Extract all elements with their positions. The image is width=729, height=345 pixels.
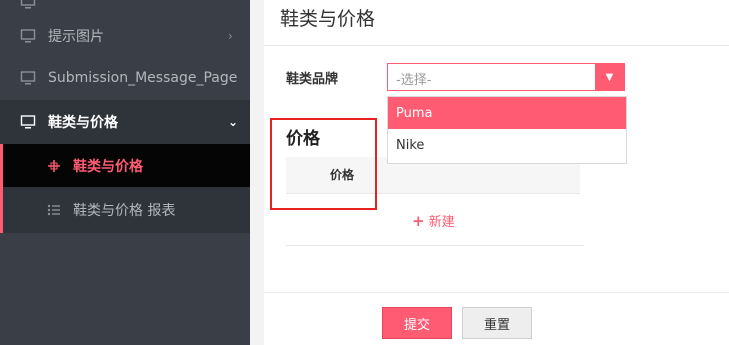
sidebar-item-hint-images[interactable]: 提示图片 › (0, 15, 250, 57)
main-content: 鞋类与价格 鞋类品牌 -选择- ▼ 价格 价格 + 新建 提交 重置 Puma … (250, 0, 729, 345)
page-title: 鞋类与价格 (280, 8, 376, 30)
brand-dropdown-list: Puma Nike (387, 96, 627, 164)
add-new-label: 新建 (428, 215, 455, 230)
monitor-icon (20, 28, 36, 44)
brand-select[interactable]: -选择- ▼ (387, 63, 625, 91)
monitor-icon (20, 0, 36, 10)
dropdown-option-puma[interactable]: Puma (388, 97, 626, 129)
sidebar-item-shoes-prices[interactable]: 鞋类与价格 ⌄ (0, 100, 250, 144)
submit-button[interactable]: 提交 (382, 307, 452, 339)
sidebar-item-submission-message-page[interactable]: Submission_Message_Page (0, 57, 250, 99)
sidebar-item-label: 鞋类与价格 (48, 115, 118, 131)
divider (264, 292, 729, 293)
list-icon (47, 203, 61, 217)
select-placeholder: -选择- (396, 73, 432, 88)
monitor-icon (20, 114, 36, 130)
content-gutter (250, 0, 264, 345)
sidebar-filler (0, 233, 250, 345)
sidebar-item-label: 提示图片 (48, 29, 104, 45)
sidebar-item-label: Submission_Message_Page (48, 70, 238, 86)
chevron-right-icon: › (228, 29, 233, 43)
brand-label: 鞋类品牌 (286, 72, 339, 87)
sidebar: 提示图片 › Submission_Message_Page 鞋类与价格 ⌄ 鞋… (0, 0, 250, 345)
dropdown-arrow-icon[interactable]: ▼ (595, 64, 624, 90)
chevron-down-icon: ⌄ (228, 115, 239, 129)
dropdown-option-nike[interactable]: Nike (388, 129, 626, 161)
plus-icon: + (412, 211, 425, 230)
sidebar-subitem-shoes-prices-report[interactable]: 鞋类与价格 报表 (0, 187, 250, 233)
annotation-highlight-box (270, 118, 377, 210)
plus-cross-icon (47, 159, 61, 173)
sidebar-item-top[interactable] (0, 0, 250, 12)
divider (264, 45, 729, 46)
add-new-button[interactable]: + 新建 (412, 211, 455, 231)
divider (286, 245, 584, 246)
monitor-icon (20, 70, 36, 86)
sidebar-subitem-label: 鞋类与价格 报表 (73, 203, 176, 219)
reset-button[interactable]: 重置 (462, 307, 532, 339)
sidebar-subitem-label: 鞋类与价格 (73, 158, 143, 175)
sidebar-subitem-shoes-prices[interactable]: 鞋类与价格 (0, 144, 250, 187)
